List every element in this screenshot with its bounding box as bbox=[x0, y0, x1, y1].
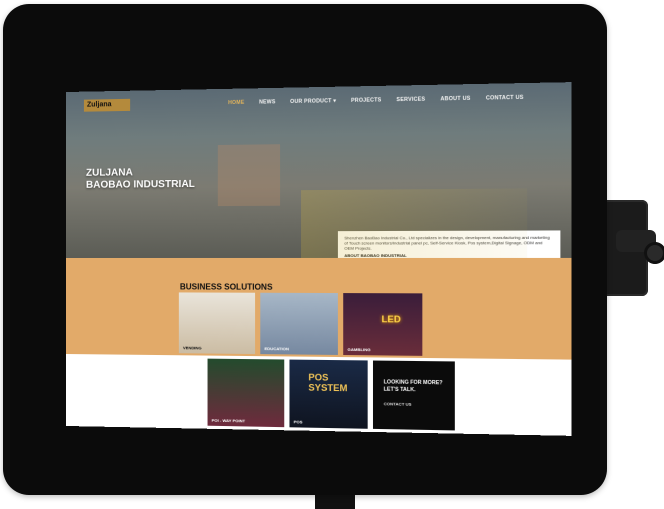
tile-label: POS bbox=[293, 419, 303, 425]
hero-title-line1: ZULJANA bbox=[85, 167, 133, 179]
nav-services[interactable]: SERVICES bbox=[396, 96, 425, 103]
hero-info-text: Shenzhen BaoBao Industrial Co., Ltd spec… bbox=[344, 234, 550, 251]
wall-mount-bracket bbox=[600, 200, 664, 296]
looking-for-more: LOOKING FOR MORE? LET'S TALK. CONTACT US bbox=[384, 379, 455, 408]
hero-info-box: Shenzhen BaoBao Industrial Co., Ltd spec… bbox=[337, 230, 561, 261]
tile-label: VENDING bbox=[182, 345, 202, 351]
tile-education[interactable]: EDUCATION bbox=[260, 292, 338, 355]
nav-news[interactable]: NEWS bbox=[259, 99, 275, 105]
pos-system-title: POS SYSTEM bbox=[308, 372, 348, 394]
tile-label: EDUCATION bbox=[264, 345, 289, 352]
nav-contact-us[interactable]: CONTACT US bbox=[486, 95, 524, 102]
tile-label: GAMBLING bbox=[347, 346, 371, 353]
tile-contact[interactable]: LOOKING FOR MORE? LET'S TALK. CONTACT US bbox=[372, 360, 455, 431]
contact-cta[interactable]: CONTACT US bbox=[384, 400, 455, 408]
hero-title-line2: BAOBAO INDUSTRIAL bbox=[85, 178, 195, 191]
tile-vending[interactable]: VENDING bbox=[178, 292, 256, 355]
tile-pos[interactable]: POS SYSTEM POS bbox=[289, 359, 368, 429]
nav-about-us[interactable]: ABOUT US bbox=[440, 96, 470, 103]
hero-section: Zuljana HOME NEWS OUR PRODUCT ▾ PROJECTS… bbox=[66, 82, 572, 261]
tile-poi-way-point[interactable]: POI - WAY POINT bbox=[207, 358, 285, 428]
monitor-screen: Zuljana HOME NEWS OUR PRODUCT ▾ PROJECTS… bbox=[66, 82, 572, 436]
tile-overlay-text: LED bbox=[381, 313, 401, 325]
monitor-frame: Zuljana HOME NEWS OUR PRODUCT ▾ PROJECTS… bbox=[3, 4, 607, 495]
tile-label: POI - WAY POINT bbox=[211, 417, 246, 424]
nav-our-product[interactable]: OUR PRODUCT ▾ bbox=[290, 98, 336, 105]
mount-knob bbox=[644, 242, 664, 264]
site-logo[interactable]: Zuljana bbox=[83, 98, 131, 112]
tile-gambling[interactable]: LED GAMBLING bbox=[343, 293, 423, 356]
looking-text: LOOKING FOR MORE? LET'S TALK. bbox=[383, 379, 443, 394]
nav-projects[interactable]: PROJECTS bbox=[351, 97, 381, 104]
hero-title: ZULJANA BAOBAO INDUSTRIAL bbox=[86, 167, 195, 192]
nav-home[interactable]: HOME bbox=[228, 100, 244, 106]
business-title: BUSINESS SOLUTIONS bbox=[179, 282, 273, 292]
top-nav: HOME NEWS OUR PRODUCT ▾ PROJECTS SERVICE… bbox=[228, 95, 524, 106]
